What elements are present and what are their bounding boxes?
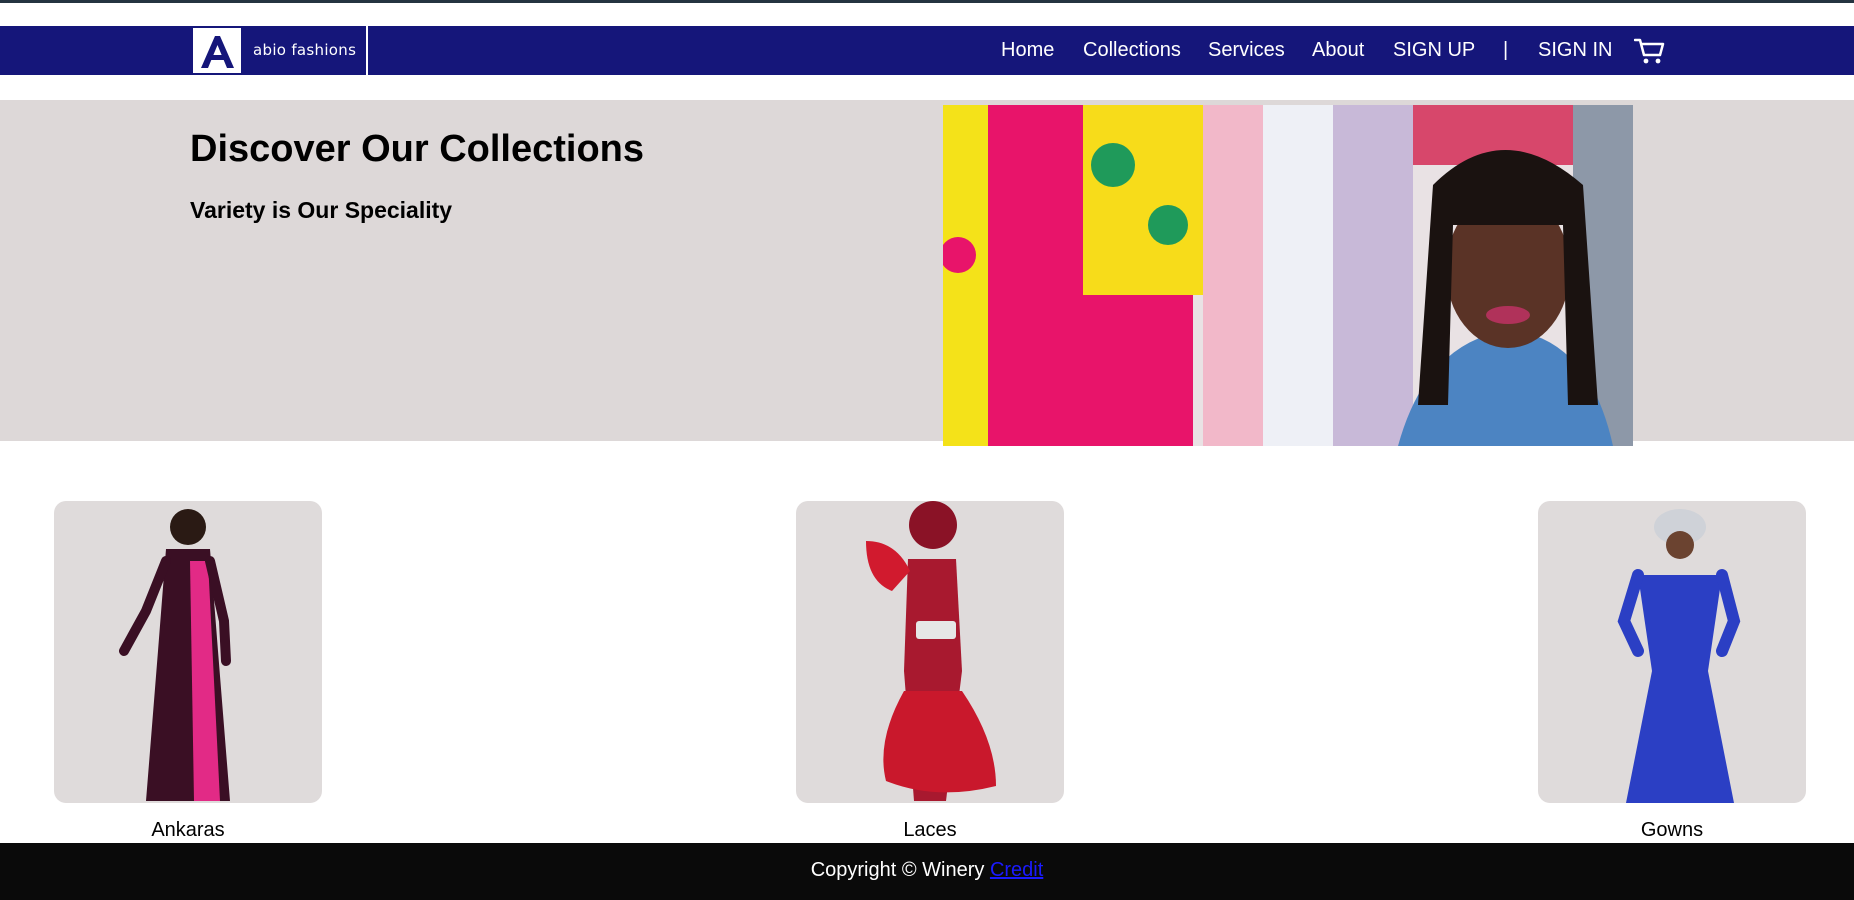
logo-mark [193, 28, 241, 73]
collection-card-gowns[interactable] [1538, 501, 1806, 803]
hero-image [943, 105, 1633, 446]
footer-text: Copyright © Winery Credit [0, 859, 1854, 882]
nav-about[interactable]: About [1312, 26, 1364, 75]
shopping-cart-icon[interactable] [1633, 37, 1666, 65]
nav-sign-in[interactable]: SIGN IN [1538, 26, 1612, 75]
collection-label-ankaras[interactable]: Ankaras [54, 819, 322, 842]
footer: Copyright © Winery Credit [0, 843, 1854, 900]
brand-logo[interactable]: abio fashions [191, 26, 368, 75]
collection-card-ankaras[interactable] [54, 501, 322, 803]
nav-home[interactable]: Home [1001, 26, 1054, 75]
nav-collections[interactable]: Collections [1083, 26, 1181, 75]
ankara-dress-image [119, 509, 231, 801]
copyright-text: Copyright © Winery [810, 859, 985, 881]
lace-dress-image [866, 501, 996, 801]
credit-link[interactable]: Credit [990, 859, 1043, 881]
top-border-line [0, 0, 1854, 3]
collection-label-laces[interactable]: Laces [796, 819, 1064, 842]
navbar: abio fashions Home Collections Services … [0, 26, 1854, 75]
nav-separator: | [1503, 39, 1509, 61]
collection-label-gowns[interactable]: Gowns [1538, 819, 1806, 842]
hero-subtitle: Variety is Our Speciality [190, 197, 453, 223]
nav-services[interactable]: Services [1208, 26, 1285, 75]
nav-sign-up[interactable]: SIGN UP [1393, 26, 1475, 75]
gown-dress-image [1617, 509, 1741, 803]
collection-card-laces[interactable] [796, 501, 1064, 803]
hero-title: Discover Our Collections [190, 128, 645, 170]
logo-text: abio fashions [253, 41, 357, 59]
